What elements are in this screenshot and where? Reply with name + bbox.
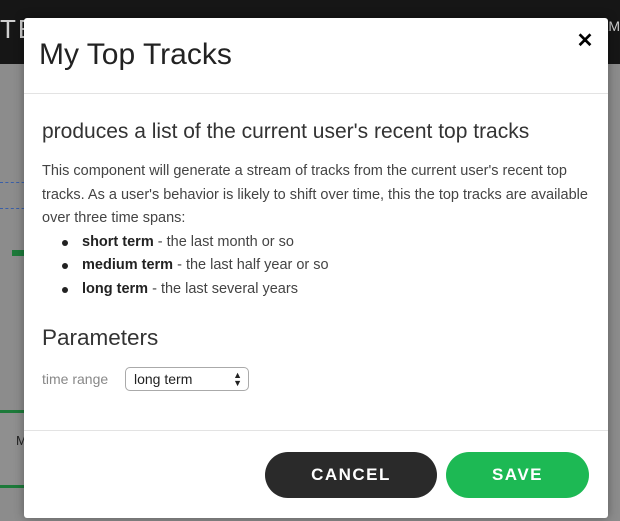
time-range-value: long term xyxy=(134,371,193,387)
parameters-heading: Parameters xyxy=(42,325,159,350)
bullet-icon xyxy=(62,263,68,269)
list-item: long term - the last several years xyxy=(62,278,592,302)
modal-subtitle: produces a list of the current user's re… xyxy=(42,120,530,143)
bullet-icon xyxy=(62,239,68,246)
list-item: short term - the last month or so xyxy=(62,231,592,255)
modal-header: My Top Tracks ✕ xyxy=(24,18,608,94)
time-span-list: short term - the last month or so medium… xyxy=(42,231,592,302)
option-detail: - the last month or so xyxy=(153,233,294,250)
modal-description: This component will generate a stream of… xyxy=(42,163,588,226)
time-range-select[interactable]: long term ▲ ▼ xyxy=(125,367,249,391)
modal-title: My Top Tracks xyxy=(39,38,232,71)
modal-body: produces a list of the current user's re… xyxy=(42,118,592,393)
close-icon[interactable]: ✕ xyxy=(574,30,596,52)
option-detail: - the last several years xyxy=(148,280,298,297)
modal-footer: CANCEL SAVE xyxy=(24,430,608,519)
list-item: medium term - the last half year or so xyxy=(62,254,592,278)
time-range-label: time range xyxy=(42,371,109,387)
modal-dialog: My Top Tracks ✕ produces a list of the c… xyxy=(24,18,608,518)
save-button[interactable]: SAVE xyxy=(446,452,589,498)
option-term: long term xyxy=(82,280,149,297)
option-term: short term xyxy=(82,233,154,250)
bullet-icon xyxy=(62,286,68,293)
time-range-row: time range long term ▲ ▼ xyxy=(42,367,592,393)
cancel-button[interactable]: CANCEL xyxy=(265,452,437,498)
option-term: medium term xyxy=(82,257,174,273)
option-detail: - the last half year or so xyxy=(173,257,329,273)
select-arrows-icon: ▲ ▼ xyxy=(233,370,242,388)
